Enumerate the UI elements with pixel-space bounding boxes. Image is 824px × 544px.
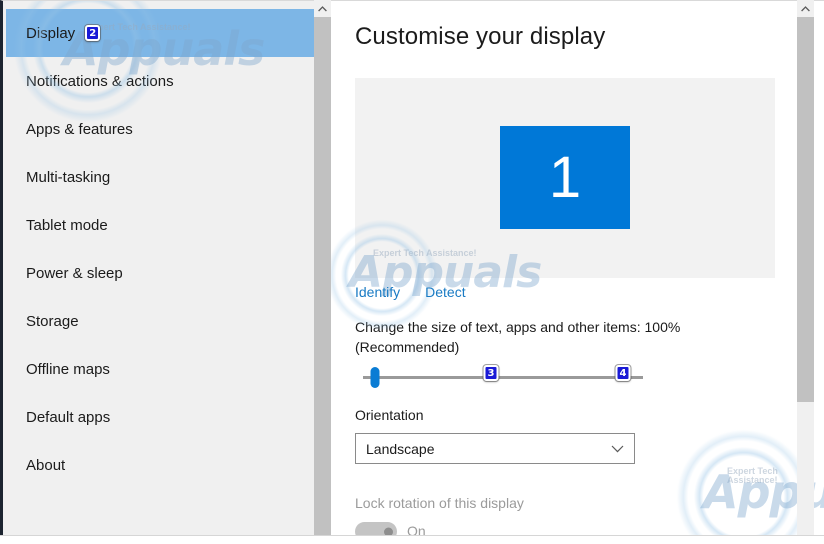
- sidebar-item-storage[interactable]: Storage: [6, 297, 321, 345]
- lock-rotation-label: Lock rotation of this display: [355, 495, 524, 511]
- sidebar-item-label: Default apps: [26, 408, 111, 426]
- sidebar-item-about[interactable]: About: [6, 441, 321, 489]
- settings-window: Expert Tech Assistance! Appuals Display 2…: [0, 0, 824, 544]
- sidebar-item-tablet-mode[interactable]: Tablet mode: [6, 201, 321, 249]
- main-scrollbar-thumb[interactable]: [797, 17, 814, 402]
- sidebar-item-label: Power & sleep: [26, 264, 123, 282]
- chevron-down-icon: [611, 445, 624, 453]
- annotation-badge-3: 3: [483, 365, 499, 381]
- settings-sidebar: Expert Tech Assistance! Appuals Display 2…: [0, 0, 331, 544]
- sidebar-item-power-sleep[interactable]: Power & sleep: [6, 249, 321, 297]
- sidebar-item-label: Display: [26, 24, 76, 42]
- monitor-tile-1[interactable]: 1: [500, 126, 630, 229]
- sidebar-scrollbar[interactable]: [314, 0, 331, 536]
- orientation-label: Orientation: [355, 407, 424, 423]
- sidebar-item-apps-features[interactable]: Apps & features: [6, 105, 321, 153]
- window-bottom-edge: [0, 535, 824, 544]
- monitor-number-label: 1: [548, 144, 582, 210]
- orientation-dropdown[interactable]: Landscape: [355, 433, 635, 464]
- display-action-links: Identify Detect: [355, 284, 466, 300]
- annotation-badge-4: 4: [615, 365, 631, 381]
- sidebar-item-offline-maps[interactable]: Offline maps: [6, 345, 321, 393]
- identify-link[interactable]: Identify: [355, 284, 400, 300]
- sidebar-item-default-apps[interactable]: Default apps: [6, 393, 321, 441]
- orientation-selected-value: Landscape: [366, 440, 435, 457]
- sidebar-item-display[interactable]: Display 2: [6, 9, 321, 57]
- sidebar-item-label: Storage: [26, 312, 79, 330]
- chevron-up-icon[interactable]: [797, 0, 814, 17]
- sidebar-item-label: Notifications & actions: [26, 72, 174, 90]
- settings-main-content: Customise your display 1 Expert Tech Ass…: [331, 0, 824, 544]
- sidebar-item-label: Offline maps: [26, 360, 110, 378]
- sidebar-item-label: Tablet mode: [26, 216, 108, 234]
- scaling-slider-thumb[interactable]: [370, 367, 380, 388]
- scaling-slider-track[interactable]: [363, 376, 643, 379]
- page-title: Customise your display: [355, 23, 606, 50]
- scaling-description: Change the size of text, apps and other …: [355, 319, 681, 356]
- scaling-slider[interactable]: 3 4: [355, 365, 645, 389]
- sidebar-item-notifications-actions[interactable]: Notifications & actions: [6, 57, 321, 105]
- sidebar-item-multi-tasking[interactable]: Multi-tasking: [6, 153, 321, 201]
- sidebar-item-label: About: [26, 456, 66, 474]
- detect-link[interactable]: Detect: [425, 284, 465, 300]
- sidebar-scrollbar-thumb[interactable]: [314, 17, 331, 536]
- sidebar-item-label: Multi-tasking: [26, 168, 111, 186]
- main-scrollbar[interactable]: [797, 0, 814, 536]
- sidebar-item-label: Apps & features: [26, 120, 133, 138]
- annotation-badge-2: 2: [85, 25, 101, 41]
- watermark-swirl-main-2: [676, 429, 811, 544]
- display-preview-panel: 1: [355, 78, 775, 278]
- chevron-up-icon[interactable]: [314, 0, 331, 17]
